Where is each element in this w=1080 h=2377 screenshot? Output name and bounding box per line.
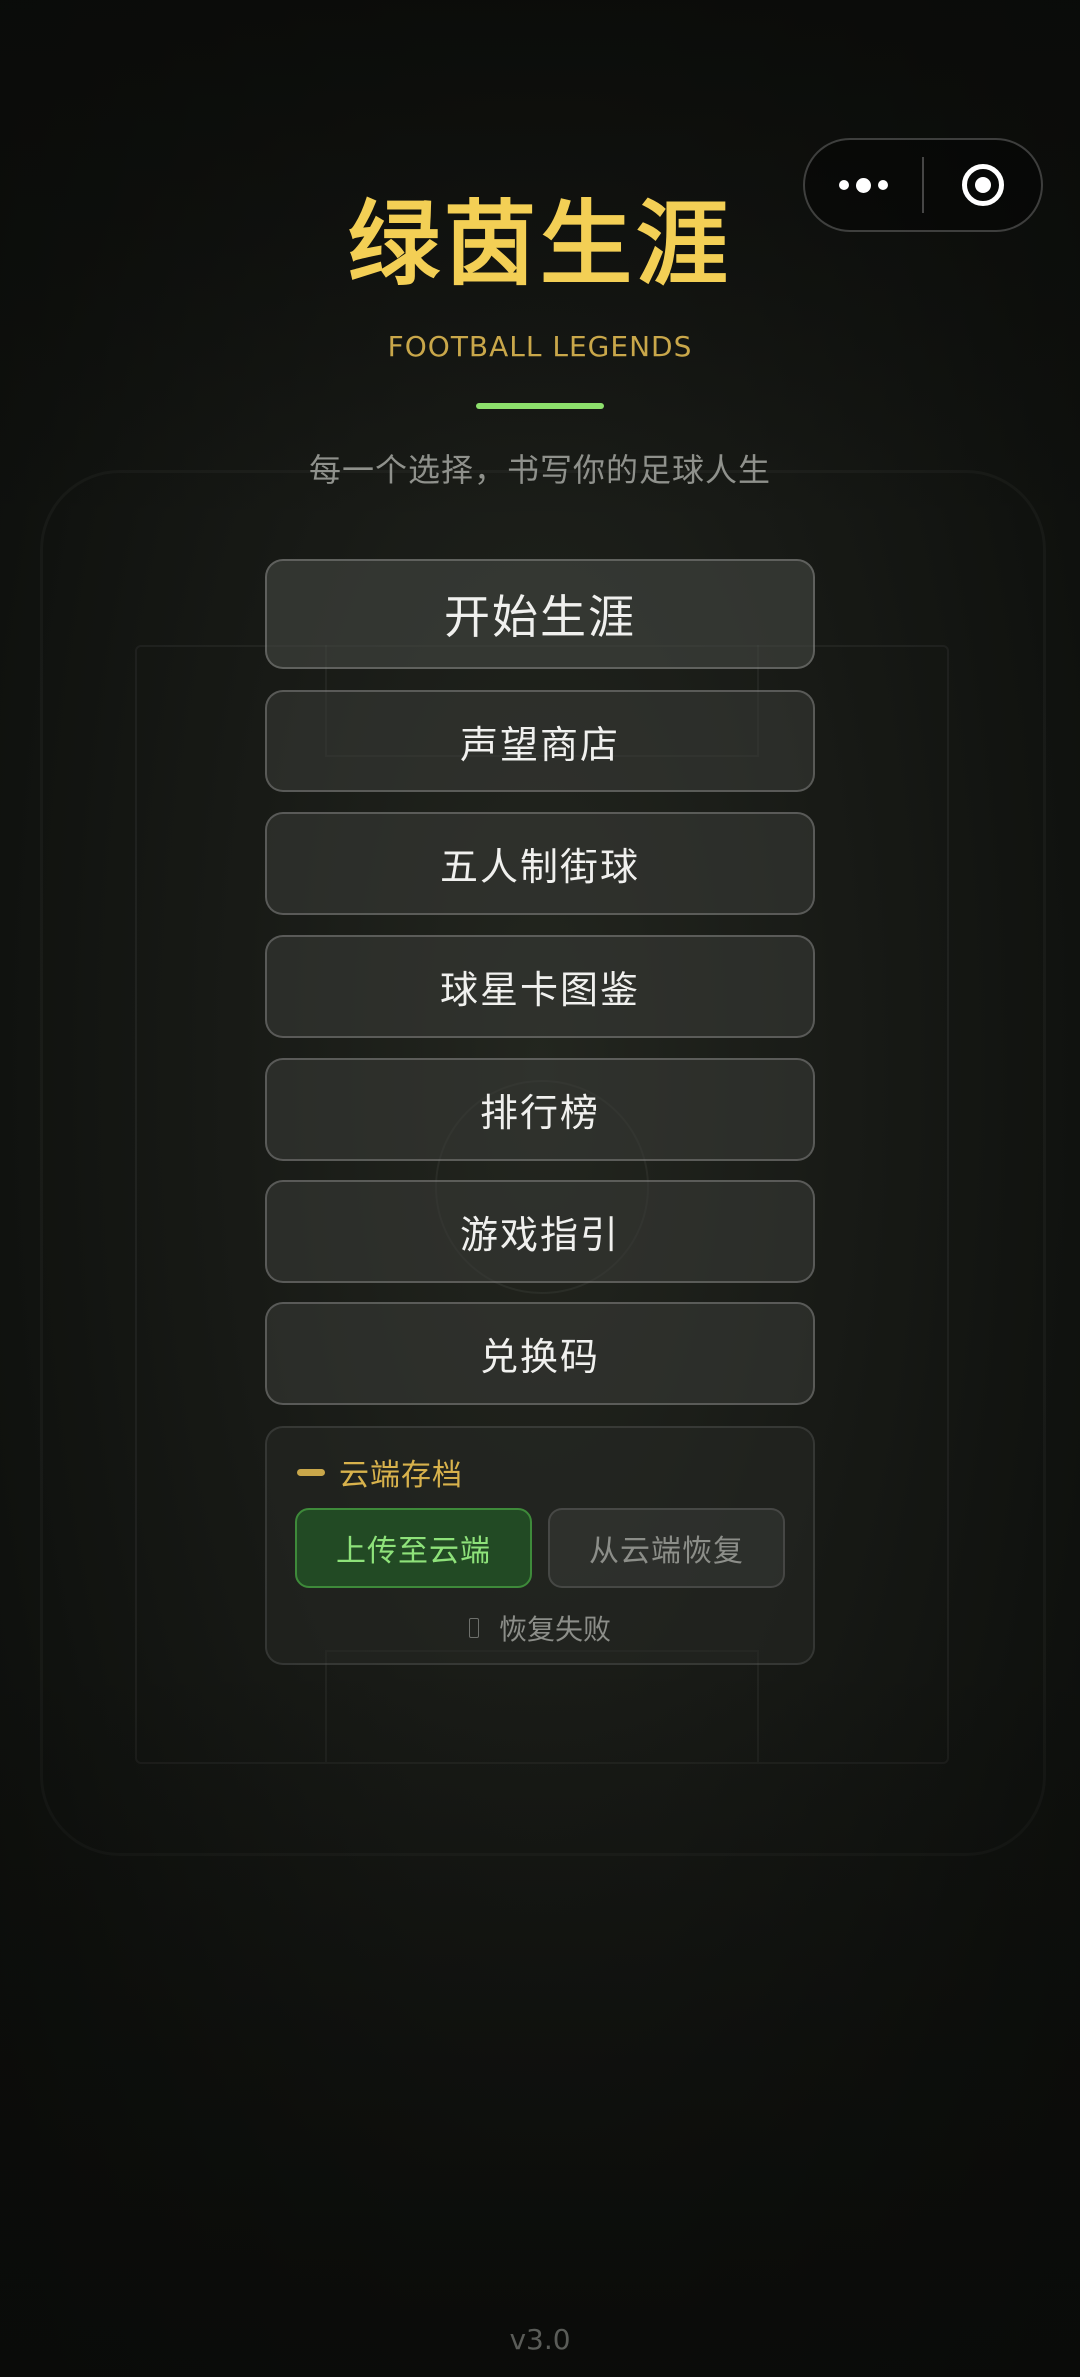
- status-icon: [468, 1618, 479, 1638]
- redeem-code-button[interactable]: 兑换码: [265, 1302, 815, 1405]
- cloud-save-panel: 云端存档 上传至云端 从云端恢复 恢复失败: [265, 1426, 815, 1665]
- game-subtitle: FOOTBALL LEGENDS: [387, 330, 693, 363]
- game-guide-button[interactable]: 游戏指引: [265, 1180, 815, 1283]
- tagline: 每一个选择，书写你的足球人生: [308, 451, 771, 489]
- star-card-collection-button[interactable]: 球星卡图鉴: [265, 935, 815, 1038]
- penalty-box-bottom-decoration: [325, 1650, 759, 1762]
- cloud-title-bar-icon: [297, 1468, 325, 1476]
- cloud-save-title: 云端存档: [339, 1458, 463, 1493]
- upload-to-cloud-button[interactable]: 上传至云端: [295, 1508, 532, 1588]
- cloud-save-header: 云端存档: [297, 1450, 463, 1494]
- prestige-shop-button[interactable]: 声望商店: [265, 690, 815, 792]
- restore-from-cloud-button[interactable]: 从云端恢复: [548, 1508, 785, 1588]
- home-screen: 绿茵生涯 FOOTBALL LEGENDS 每一个选择，书写你的足球人生 开始生…: [0, 0, 1080, 2377]
- game-title: 绿茵生涯: [347, 191, 732, 298]
- cloud-status-text: 恢复失败: [498, 1613, 611, 1646]
- start-career-button[interactable]: 开始生涯: [265, 559, 815, 669]
- title-accent-line: [476, 403, 604, 409]
- street-football-button[interactable]: 五人制街球: [265, 812, 815, 915]
- cloud-status: 恢复失败: [267, 1608, 813, 1648]
- version-label: v3.0: [509, 2323, 571, 2356]
- leaderboard-button[interactable]: 排行榜: [265, 1058, 815, 1161]
